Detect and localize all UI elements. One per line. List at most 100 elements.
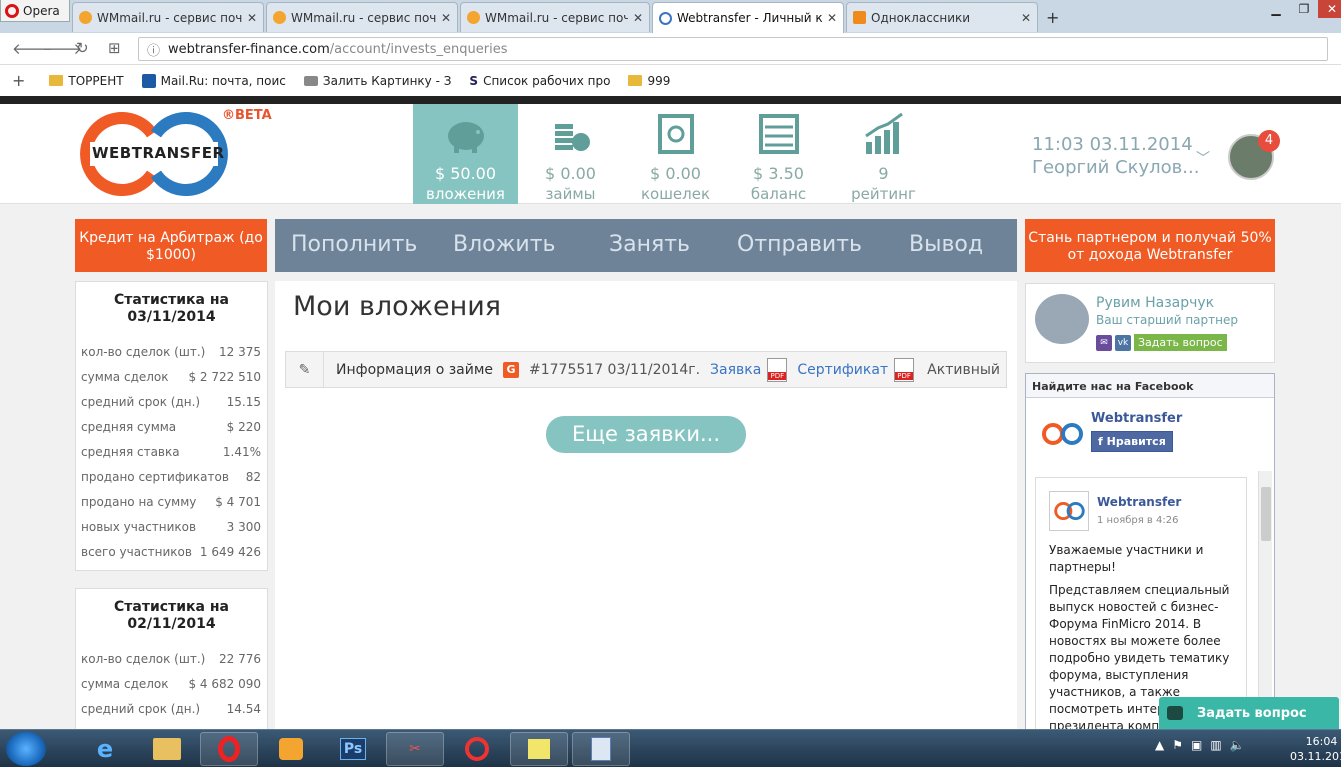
internet-explorer-icon[interactable]: e — [76, 732, 134, 766]
reload-icon[interactable]: ↻ — [76, 39, 89, 57]
credit-arbitrage-button[interactable]: Кредит на Арбитраж (до $1000) — [75, 219, 267, 272]
notification-badge[interactable]: 4 — [1258, 130, 1280, 152]
top-strip — [0, 96, 1341, 104]
network-icon[interactable]: ▥ — [1210, 738, 1221, 752]
volume-icon[interactable]: 🔈 — [1230, 738, 1245, 752]
bookmark-item[interactable]: Mail.Ru: почта, поис — [141, 73, 286, 88]
url-domain: webtransfer-finance.com — [168, 41, 330, 57]
tray-expand-icon[interactable]: ▲ — [1155, 738, 1164, 752]
browser-tab-active[interactable]: Webtransfer - Личный ка ✕ — [652, 2, 844, 33]
chart-icon — [864, 112, 903, 154]
close-window-button[interactable]: ✕ — [1318, 0, 1341, 18]
stat-rating[interactable]: 9 рейтинг — [831, 104, 936, 204]
mail-icon[interactable]: ✉ — [1096, 334, 1112, 351]
post-avatar[interactable] — [1049, 491, 1089, 531]
device-icon[interactable]: ▣ — [1191, 738, 1202, 752]
stat-investments[interactable]: $ 50.00 вложения — [413, 104, 518, 204]
st-icon: S — [469, 73, 479, 88]
sticky-notes-icon[interactable] — [510, 732, 568, 766]
more-requests-button[interactable]: Еще заявки... — [546, 416, 746, 453]
nav-send[interactable]: Отправить — [737, 232, 862, 257]
post-author[interactable]: Webtransfer — [1097, 495, 1181, 509]
nav-borrow[interactable]: Занять — [609, 232, 690, 257]
add-bookmark-icon[interactable]: + — [12, 71, 25, 90]
bookmark-item[interactable]: S Список рабочих про — [469, 74, 610, 88]
pdf-icon[interactable] — [767, 357, 788, 382]
close-icon[interactable]: ✕ — [1021, 11, 1031, 25]
site-info-icon[interactable]: ⓘ — [147, 40, 160, 59]
taskbar-clock[interactable]: 16:04 03.11.2014 — [1290, 734, 1341, 764]
bookmark-item[interactable]: ТОРРЕНТ — [49, 74, 124, 88]
scrollbar[interactable] — [1258, 471, 1272, 732]
photoshop-icon[interactable]: Ps — [324, 732, 382, 766]
explorer-folder-icon[interactable] — [138, 732, 196, 766]
minimize-button[interactable]: ▁ — [1262, 0, 1290, 18]
start-button[interactable] — [6, 732, 46, 766]
bookmark-item[interactable]: 999 — [628, 74, 670, 88]
become-partner-button[interactable]: Стань партнером и получай 50% от дохода … — [1025, 219, 1275, 272]
beta-badge: ®BETA — [222, 108, 272, 123]
nav-withdraw[interactable]: Вывод — [909, 232, 983, 257]
ask-question-small-button[interactable]: Задать вопрос — [1134, 334, 1227, 351]
pdf-icon[interactable] — [894, 357, 915, 382]
application-link[interactable]: Заявка — [710, 362, 761, 378]
safe-icon — [657, 114, 694, 154]
stats-title: Статистика на 03/11/2014 — [114, 292, 229, 325]
close-icon[interactable]: ✕ — [633, 11, 643, 25]
ccleaner-icon[interactable] — [448, 732, 506, 766]
loan-number: #1775517 03/11/2014г. — [529, 361, 701, 378]
stats-row: средний срок (дн.) 15.15 — [81, 394, 261, 409]
webtransfer-logo[interactable]: WEBTRANSFER — [74, 112, 234, 196]
partner-name[interactable]: Рувим Назарчук — [1096, 295, 1214, 311]
pencil-icon[interactable]: ✎ — [286, 352, 324, 387]
facebook-page-name[interactable]: Webtransfer — [1091, 411, 1182, 426]
word-document-icon[interactable] — [572, 732, 630, 766]
opera-menu-button[interactable]: Opera — [0, 0, 70, 22]
ask-question-chat-button[interactable]: Задать вопрос — [1159, 697, 1339, 729]
chat-icon — [1167, 706, 1183, 720]
main-panel: Мои вложения ✎ Информация о займе G #177… — [275, 281, 1017, 741]
stat-wallet[interactable]: $ 0.00 кошелек — [623, 104, 728, 204]
webtransfer-favicon-icon — [659, 11, 672, 25]
browser-tab[interactable]: Одноклассники ✕ — [846, 2, 1038, 32]
close-icon[interactable]: ✕ — [827, 11, 837, 25]
windows-taskbar: e Ps ✂ ▲ ⚑ ▣ ▥ 🔈 16:04 03.11.2014 — [0, 729, 1341, 767]
vk-icon[interactable]: vk — [1115, 334, 1131, 351]
bookmark-item[interactable]: Залить Картинку - З — [303, 74, 451, 88]
stats-panel: Статистика на 02/11/2014 кол-во сделок (… — [75, 588, 268, 738]
chevron-down-icon[interactable]: ﹀ — [1196, 148, 1210, 168]
browser-tab[interactable]: WMmail.ru - сервис почто ✕ — [72, 2, 264, 32]
facebook-widget-header: Найдите нас на Facebook — [1026, 374, 1274, 398]
loan-row: ✎ Информация о займе G #1775517 03/11/20… — [285, 351, 1007, 388]
nav-invest[interactable]: Вложить — [453, 232, 556, 257]
stats-row: сумма сделок $ 2 722 510 — [81, 369, 261, 384]
partner-avatar[interactable] — [1035, 294, 1089, 344]
stat-loans[interactable]: $ 0.00 займы — [518, 104, 623, 204]
facebook-like-button[interactable]: f Нравится — [1091, 431, 1173, 452]
url-input[interactable]: ⓘ webtransfer-finance.com /account/inves… — [138, 37, 1328, 61]
new-tab-button[interactable]: + — [1046, 8, 1059, 27]
nav-deposit[interactable]: Пополнить — [291, 232, 417, 257]
flag-icon[interactable]: ⚑ — [1172, 738, 1183, 752]
scrollbar-thumb[interactable] — [1261, 487, 1271, 541]
opera-taskbar-icon[interactable] — [200, 732, 258, 766]
browser-tab[interactable]: WMmail.ru - сервис почто ✕ — [460, 2, 650, 32]
close-icon[interactable]: ✕ — [441, 11, 451, 25]
post-date[interactable]: 1 ноября в 4:26 — [1097, 515, 1178, 526]
browser-tab[interactable]: WMmail.ru - сервис почто ✕ — [266, 2, 458, 32]
abacus-icon — [758, 114, 799, 154]
speed-dial-icon[interactable]: ⊞ — [108, 39, 121, 57]
close-icon[interactable]: ✕ — [247, 11, 257, 25]
system-tray: ▲ ⚑ ▣ ▥ 🔈 — [1155, 738, 1245, 752]
folder-icon — [49, 75, 64, 86]
partner-card: Рувим Назарчук Ваш старший партнер ✉ vk … — [1025, 283, 1275, 363]
odnoklassniki-favicon-icon — [853, 11, 866, 24]
certificate-link[interactable]: Сертификат — [797, 362, 888, 378]
media-player-icon[interactable] — [262, 732, 320, 766]
stat-balance[interactable]: $ 3.50 баланс — [726, 104, 831, 204]
scissors-tool-icon[interactable]: ✂ — [386, 732, 444, 766]
maximize-button[interactable]: ❐ — [1290, 0, 1318, 18]
header-user-name[interactable]: Георгий Скулов... — [1032, 157, 1199, 178]
loan-status: Активный — [927, 361, 1000, 378]
stats-title: Статистика на 02/11/2014 — [114, 599, 229, 632]
